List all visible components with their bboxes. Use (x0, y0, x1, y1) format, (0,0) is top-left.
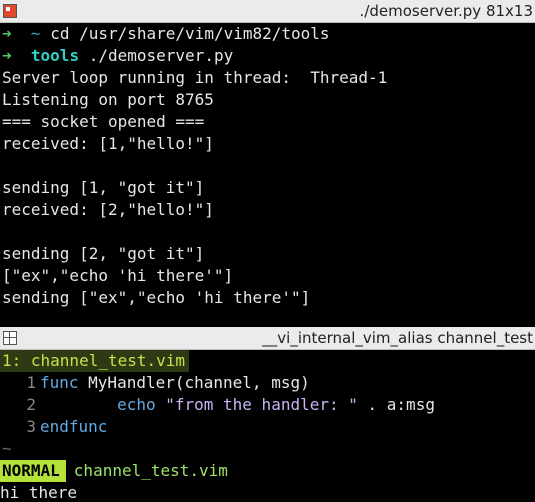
output-line: === socket opened === (2, 112, 205, 131)
code-keyword: endfunc (40, 417, 108, 436)
window-title: __vi_internal_vim_alias channel_test (262, 329, 533, 347)
prompt-cwd: tools (30, 46, 80, 65)
vim-pane[interactable]: 1: channel_test.vim 1 func MyHandler(chan… (0, 350, 535, 502)
code-keyword: echo (117, 395, 156, 414)
prompt-line: ➜ ~ cd /usr/share/vim/vim82/tools (0, 23, 535, 45)
vim-statusline: NORMAL channel_test.vim (0, 460, 535, 482)
code-line[interactable]: 1 func MyHandler(channel, msg) (0, 372, 535, 394)
tab-channel-test[interactable]: 1: channel_test.vim (0, 350, 190, 372)
terminal-titlebar-top[interactable]: ./demoserver.py 81x13 (0, 0, 535, 23)
code-string: "from the handler: " (155, 395, 358, 414)
line-number: 2 (26, 395, 36, 414)
prompt-line: ➜ tools ./demoserver.py (0, 45, 535, 67)
shell-pane[interactable]: ➜ ~ cd /usr/share/vim/vim82/tools ➜ tool… (0, 23, 535, 327)
shell-output: Server loop running in thread: Thread-1 L… (0, 67, 535, 309)
output-line: Listening on port 8765 (2, 90, 214, 109)
command-text: ./demoserver.py (88, 46, 234, 65)
code-line[interactable]: 2 echo "from the handler: " . a:msg (0, 394, 535, 416)
vim-tabline: 1: channel_test.vim (0, 350, 535, 372)
code-area[interactable]: 1 func MyHandler(channel, msg) 2 echo "fro… (0, 372, 535, 438)
output-line: sending [1, "got it"] (2, 178, 205, 197)
prompt-arrow-icon: ➜ (2, 46, 12, 65)
code-text: MyHandler(channel, msg) (78, 373, 310, 392)
code-line[interactable]: 3 endfunc (0, 416, 535, 438)
prompt-arrow-icon: ➜ (2, 24, 12, 43)
command-text: cd /usr/share/vim/vim82/tools (50, 24, 330, 43)
prompt-cwd: ~ (30, 24, 41, 43)
output-line: Server loop running in thread: Thread-1 (2, 68, 388, 87)
output-line: ["ex","echo 'hi there'"] (2, 266, 234, 285)
output-line: sending [2, "got it"] (2, 244, 205, 263)
mode-indicator: NORMAL (0, 460, 66, 482)
output-line: received: [2,"hello!"] (2, 200, 214, 219)
status-filename: channel_test.vim (73, 461, 228, 480)
terminal-window-icon (3, 4, 17, 18)
line-number: 1 (26, 373, 36, 392)
terminal-titlebar-bottom[interactable]: __vi_internal_vim_alias channel_test (0, 327, 535, 350)
end-of-buffer-marker: ~ (2, 439, 12, 458)
terminal-window-icon (3, 331, 17, 345)
code-keyword: func (40, 373, 79, 392)
window-title: ./demoserver.py 81x13 (359, 2, 533, 20)
line-number: 3 (26, 417, 36, 436)
output-line: received: [1,"hello!"] (2, 134, 214, 153)
code-text: . a:msg (357, 395, 435, 414)
command-message: hi there (0, 483, 78, 502)
output-line: sending ["ex","echo 'hi there'"] (2, 288, 311, 307)
